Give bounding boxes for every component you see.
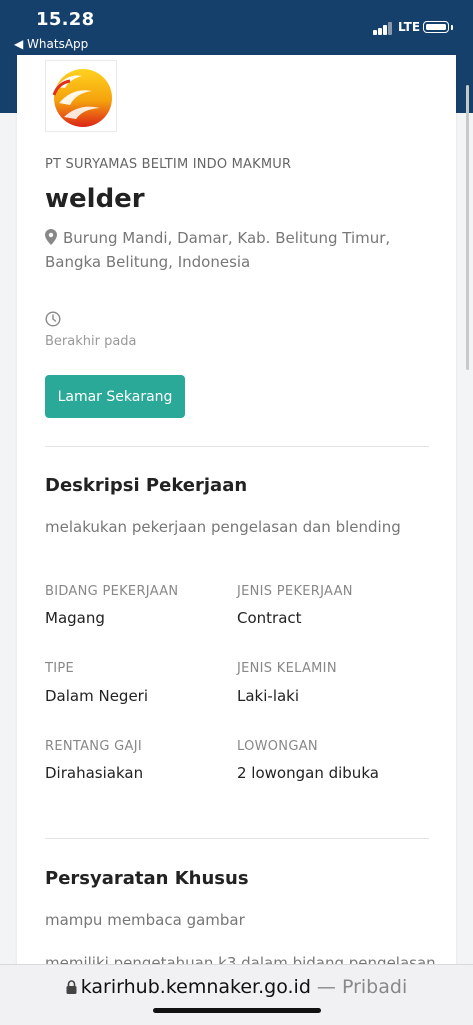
company-name: PT SURYAMAS BELTIM INDO MAKMUR	[45, 157, 292, 172]
lock-icon	[66, 980, 77, 994]
field-value-tipe: Dalam Negeri	[45, 687, 149, 705]
divider	[45, 838, 429, 839]
location-text: Burung Mandi, Damar, Kab. Belitung Timur…	[45, 229, 391, 271]
field-value-bidang: Magang	[45, 609, 105, 627]
network-type: LTE	[398, 20, 421, 34]
status-time: 15.28	[36, 9, 95, 30]
deadline-label: Berakhir pada	[45, 334, 137, 349]
battery-icon	[423, 21, 449, 33]
requirement-item: mampu membaca gambar	[45, 911, 245, 929]
field-value-jenis-pekerjaan: Contract	[237, 609, 302, 627]
job-description-heading: Deskripsi Pekerjaan	[45, 475, 248, 496]
location-pin-icon	[45, 229, 57, 245]
signal-icon	[373, 22, 393, 35]
private-mode-label: Pribadi	[341, 976, 408, 998]
back-to-whatsapp-link[interactable]: ◀ WhatsApp	[14, 37, 88, 51]
field-value-rentang-gaji: Dirahasiakan	[45, 764, 144, 782]
url-text: karirhub.kemnaker.go.id	[80, 976, 311, 998]
field-label-tipe: TIPE	[45, 661, 75, 676]
requirements-heading: Persyaratan Khusus	[45, 868, 249, 889]
page-scrollbar[interactable]	[466, 85, 469, 370]
field-value-jenis-kelamin: Laki-laki	[237, 687, 300, 705]
url-display[interactable]: karirhub.kemnaker.go.id — Pribadi	[0, 976, 473, 998]
field-label-bidang: BIDANG PEKERJAAN	[45, 584, 179, 599]
apply-now-button[interactable]: Lamar Sekarang	[45, 375, 185, 418]
field-label-rentang-gaji: RENTANG GAJI	[45, 739, 142, 754]
status-bar: 15.28 ◀ WhatsApp LTE	[0, 0, 473, 55]
browser-address-bar[interactable]: karirhub.kemnaker.go.id — Pribadi	[0, 964, 473, 1025]
home-indicator[interactable]	[153, 1008, 321, 1013]
job-title: welder	[45, 184, 145, 214]
job-location: Burung Mandi, Damar, Kab. Belitung Timur…	[45, 226, 435, 274]
job-description-text: melakukan pekerjaan pengelasan dan blend…	[45, 518, 401, 536]
url-separator: —	[310, 976, 342, 998]
field-value-lowongan: 2 lowongan dibuka	[237, 764, 379, 782]
clock-icon	[45, 311, 61, 327]
company-logo	[45, 60, 117, 132]
battery-tip	[451, 25, 453, 30]
field-label-lowongan: LOWONGAN	[237, 739, 318, 754]
field-label-jenis-pekerjaan: JENIS PEKERJAAN	[237, 584, 353, 599]
field-label-jenis-kelamin: JENIS KELAMIN	[237, 661, 337, 676]
divider	[45, 446, 429, 447]
